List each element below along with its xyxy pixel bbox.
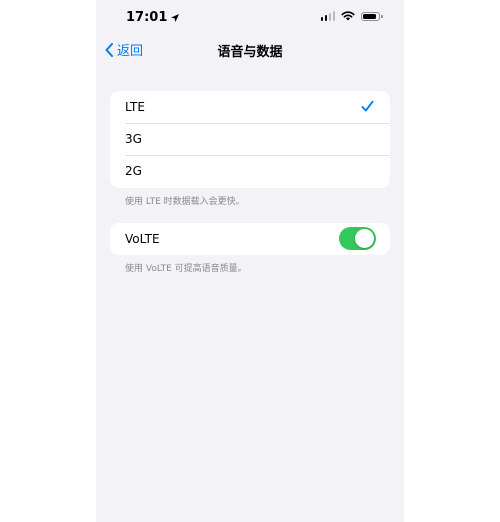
volte-group: VoLTE [110,223,390,255]
status-icons [320,11,383,21]
location-arrow-icon [171,13,180,22]
network-options-footer: 使用 LTE 时数据载入会更快。 [125,197,245,207]
status-time-text: 17:01 [126,10,168,25]
checkmark-icon [361,100,374,112]
volte-footer: 使用 VoLTE 可提高语音质量。 [125,264,247,274]
status-time: 17:01 [126,10,180,25]
option-row-3g[interactable]: 3G [110,123,390,155]
toggle-knob [355,229,374,248]
status-bar: 17:01 [96,0,404,36]
phone-screen: 17:01 返回 语音与数据 LTE 3G 2G 使用 LTE 时数据载入会更快… [96,0,404,522]
cellular-signal-icon [320,11,335,21]
nav-bar: 返回 语音与数据 [96,36,404,64]
volte-row: VoLTE [110,223,390,255]
option-label-lte: LTE [125,100,145,114]
volte-toggle[interactable] [339,227,376,250]
option-row-2g[interactable]: 2G [110,155,390,187]
option-label-2g: 2G [125,164,142,178]
volte-label: VoLTE [125,232,160,246]
option-row-lte[interactable]: LTE [110,91,390,123]
wifi-icon [341,11,355,21]
page-title: 语音与数据 [217,45,283,60]
network-options-group: LTE 3G 2G [110,91,390,188]
battery-level [363,13,376,19]
battery-icon [361,11,383,21]
option-label-3g: 3G [125,132,142,146]
